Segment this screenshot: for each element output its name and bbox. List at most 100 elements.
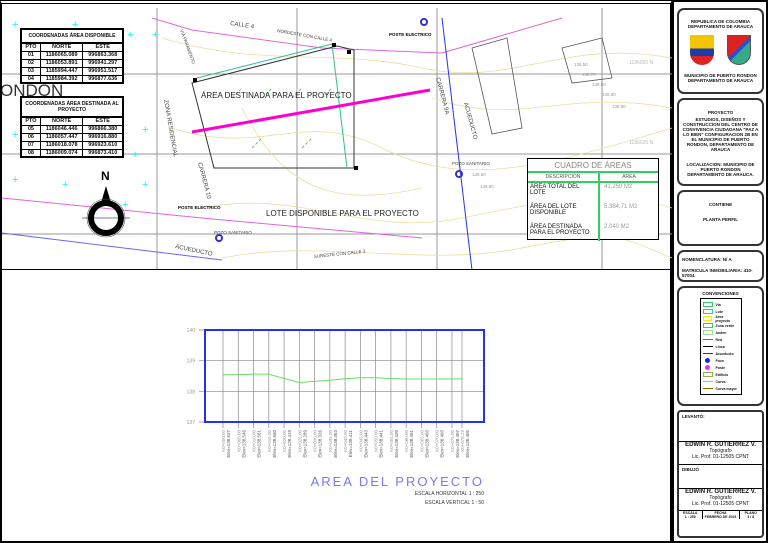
col-header: ESTE xyxy=(82,42,124,52)
legend-label: Curva xyxy=(715,379,726,384)
nomenclatura-text: NOMENCLATURA: N/ A xyxy=(682,257,732,262)
coordinates-table-proyecto: COORDENADAS ÁREA DESTINADA AL PROYECTO P… xyxy=(20,96,124,158)
legend-swatch-icon xyxy=(702,339,713,340)
chart-title: AREA DEL PROYECTO xyxy=(311,474,484,489)
cell: 1186009.074 xyxy=(39,148,84,158)
cell: 996923.610 xyxy=(82,140,124,150)
matricula-text: MATRICULA INMOBILIARIA: 410-57004 xyxy=(682,268,753,278)
cell: 41.250 M2 xyxy=(604,184,633,190)
grid-coordinate: 1186025 N xyxy=(629,140,653,146)
pozo-icon xyxy=(420,18,428,26)
dibujo-label: DIBUJÓ xyxy=(682,467,700,472)
proyecto-heading: PROYECTO xyxy=(707,110,734,115)
col-header: NORTE xyxy=(39,116,84,126)
levanto-label: LEVANTÓ: xyxy=(682,414,705,419)
cell: 5.384,71 M2 xyxy=(604,204,638,210)
legend-label: Edificio xyxy=(715,372,729,377)
cell: 1186053.891 xyxy=(39,58,84,68)
svg-text:+: + xyxy=(12,174,18,186)
y-tick-label: 137 xyxy=(187,420,196,426)
legend-item: Curva xyxy=(702,378,739,385)
vertex-marker xyxy=(332,43,336,47)
escala-value: 1 : 250 xyxy=(684,515,696,519)
project-box: PROYECTO ESTUDIOS, DISEÑOS Y CONSTRUCCIO… xyxy=(677,98,764,186)
svg-text:+: + xyxy=(62,179,68,191)
contiene-box: CONTIENE PLANTA PERFIL xyxy=(677,190,764,246)
cell: 1186065.089 xyxy=(39,50,84,60)
street-label: CARRERA 10 xyxy=(196,162,212,200)
buildings xyxy=(471,37,613,135)
y-tick-label: 139 xyxy=(187,359,196,365)
pozo-icon xyxy=(215,234,223,242)
cell: 996877.636 xyxy=(82,74,124,84)
col-header: ESTE xyxy=(82,116,124,126)
table-row: 07 1186018.078 996923.610 xyxy=(20,140,124,150)
legend-item: Area proyecto xyxy=(702,315,739,323)
cell: 996951.517 xyxy=(82,66,124,76)
poste-label: POSTE ELECTRICO xyxy=(178,205,221,210)
col-header: PTO xyxy=(20,42,41,52)
legend-swatch-icon xyxy=(702,353,713,354)
contour-label: 138.80 xyxy=(480,184,494,189)
proyecto-text: ESTUDIOS, DISEÑOS Y CONSTRUCCION DEL CEN… xyxy=(682,117,759,152)
table-title: COORDENADAS ÁREA DESTINADA AL PROYECTO xyxy=(20,96,124,116)
poste-label: POSTE ELECTRICO xyxy=(389,32,432,37)
convenciones-box: CONVENCIONES Via Lote Area proyecto Zona ve… xyxy=(677,286,764,406)
table-row: 04 1185984.392 996877.636 xyxy=(20,74,124,84)
table-row: ÁREA DESTINADA PARA EL PROYECTO 2.040 M2 xyxy=(528,223,658,241)
legend-label: Acueducto xyxy=(715,351,734,356)
vertex-marker xyxy=(354,166,358,170)
cell: ÁREA TOTAL DEL LOTE xyxy=(528,183,600,203)
chart-subtitle: ESCALA VERTICAL 1 : 50 xyxy=(425,500,484,506)
elevation-label: Elev=138.405 xyxy=(465,430,470,458)
legend-item: Curva mayor xyxy=(702,385,739,392)
y-tick-label: 138 xyxy=(187,389,196,395)
legend-label: Lote xyxy=(715,309,723,314)
legend-swatch-icon xyxy=(702,388,713,389)
svg-text:+: + xyxy=(152,29,158,41)
vertex-marker xyxy=(193,78,197,82)
chart-subtitle: ESCALA HORIZONTAL 1 : 250 xyxy=(415,491,484,497)
street-label: CARRERA 9A xyxy=(434,77,450,115)
legend-swatch-icon xyxy=(702,346,713,347)
legend-label: Linea xyxy=(715,344,725,349)
table-title: COORDENADAS ÁREA DISPONIBLE xyxy=(20,28,124,42)
pozo-label: POZO SANITARIO xyxy=(214,230,252,235)
legend-swatch-icon xyxy=(702,323,713,328)
legend-item: Acueducto xyxy=(702,350,739,357)
republica-text: REPUBLICA DE COLOMBIA DEPARTAMENTO DE AR… xyxy=(687,19,754,29)
legend-label: Via xyxy=(715,302,721,307)
legend-label: Anden xyxy=(715,330,727,335)
table-row: 06 1186057.447 996916.880 xyxy=(20,132,124,142)
elevation-label: Elev=138.403 xyxy=(424,430,429,458)
cell: 02 xyxy=(20,58,41,68)
vertex-marker xyxy=(347,50,351,54)
nomenclatura-box: NOMENCLATURA: N/ A MATRICULA INMOBILIARI… xyxy=(677,250,764,282)
table-row: 02 1186053.891 996941.297 xyxy=(20,58,124,68)
arauca-coat-of-arms-icon xyxy=(727,35,752,65)
areas-table: CUADRO DE ÁREAS DESCRIPCIÓN ÁREA ÁREA TOT… xyxy=(527,158,659,241)
table-row: 05 1186046.446 996866.380 xyxy=(20,124,124,134)
zone-label: ZONA RESIDENCIAL xyxy=(162,99,178,158)
cell: 996866.380 xyxy=(82,124,124,134)
svg-text:+: + xyxy=(142,124,148,136)
cell: 08 xyxy=(20,148,41,158)
cell: 1186046.446 xyxy=(39,124,84,134)
elevation-label: Elev=138.561 xyxy=(257,430,262,458)
col-header: DESCRIPCIÓN xyxy=(528,173,600,181)
elevation-label: Elev=138.411 xyxy=(348,430,353,458)
cell: 06 xyxy=(20,132,41,142)
col-header: NORTE xyxy=(39,42,84,52)
contiene-heading: CONTIENE xyxy=(708,202,733,207)
grid-coordinate: 1186050 N xyxy=(629,60,653,66)
legend-swatch-icon xyxy=(702,302,713,307)
cell: 996873.410 xyxy=(82,148,124,158)
col-header: ÁREA xyxy=(622,174,636,180)
table-row: ÁREA DEL LOTE DISPONIBLE 5.384,71 M2 xyxy=(528,203,658,223)
contour-label: 138.70 xyxy=(582,72,596,77)
legend-item: Edificio xyxy=(702,371,739,378)
legend-swatch-icon xyxy=(702,316,713,321)
elevation-label: Elev=138.289 xyxy=(302,430,307,458)
legend-swatch-icon xyxy=(702,381,713,382)
contour-label: 138.80 xyxy=(602,92,616,97)
